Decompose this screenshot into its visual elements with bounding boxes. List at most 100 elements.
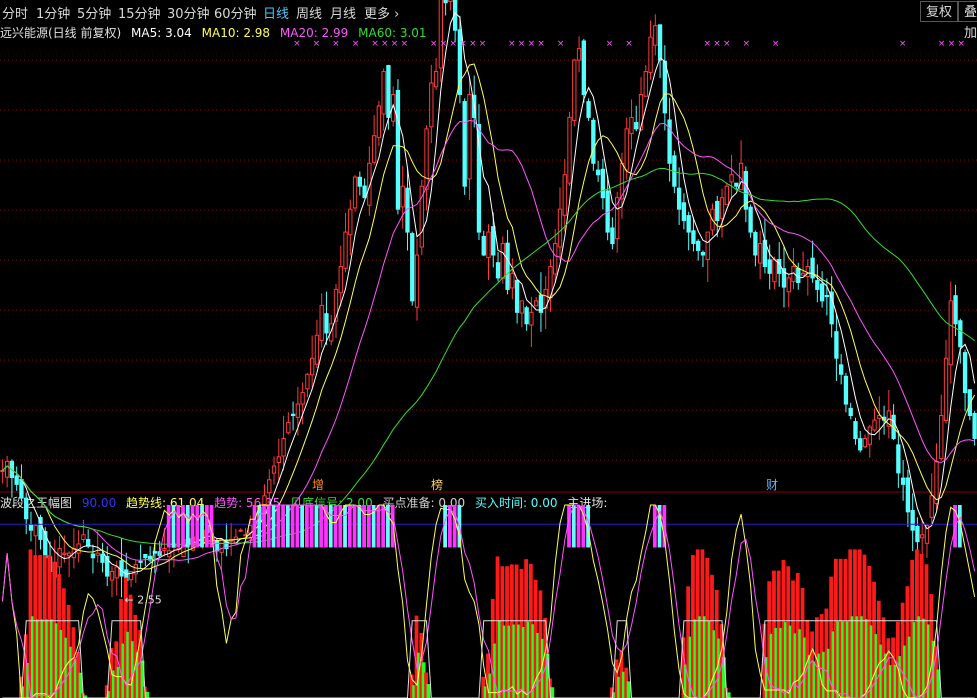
hist-red-bar <box>919 553 924 698</box>
candle-body <box>920 534 925 539</box>
candle-body <box>114 566 119 579</box>
hist-red-bar <box>71 627 76 698</box>
period-tab-5min[interactable]: 5分钟 <box>77 3 111 22</box>
hist-green-bar <box>417 652 421 698</box>
overbought-bar <box>386 505 390 548</box>
hist-red-bar <box>486 653 490 698</box>
overbought-bar <box>295 505 300 548</box>
hist-red-bar <box>104 685 109 698</box>
hist-red-bar <box>514 564 519 698</box>
period-tab-30min[interactable]: 30分钟 <box>167 3 210 22</box>
hist-red-bar <box>538 590 543 698</box>
overbought-bar <box>166 505 171 548</box>
buy-prepare-value: 买点准备: 0.00 <box>382 496 466 510</box>
trend-value: 趋势: 56.35 <box>214 496 281 510</box>
hist-green-bar <box>850 616 855 698</box>
candle-body <box>9 460 15 478</box>
hist-red-bar <box>524 559 529 698</box>
more-menu[interactable]: 更多 › <box>364 3 399 22</box>
hist-green-bar <box>531 624 536 698</box>
signal-markers: × × × × × × × × × × × × × × × × × × × × × × × × × × × × × × <box>293 39 965 49</box>
hist-red-bar <box>505 566 509 698</box>
hist-red-bar <box>829 576 834 698</box>
signal-cross: × <box>518 39 526 49</box>
hist-red-bar <box>767 581 772 698</box>
hist-green-bar <box>722 657 726 698</box>
hist-red-bar <box>414 615 419 698</box>
hist-green-bar <box>903 645 907 698</box>
hist-red-bar <box>710 574 714 698</box>
candle-body <box>576 48 582 61</box>
candle-body <box>57 548 62 568</box>
period-tab-timeshare[interactable]: 分时 <box>2 3 28 22</box>
candle-body <box>14 475 19 485</box>
overbought-bar <box>305 505 309 548</box>
overbought-bar <box>209 505 214 548</box>
hist-green-bar <box>78 672 83 698</box>
overlay-button[interactable]: 叠加 <box>958 1 977 41</box>
period-tab-weekly[interactable]: 周线 <box>296 3 322 22</box>
period-tab-1min[interactable]: 1分钟 <box>36 3 70 22</box>
hist-red-bar <box>52 562 57 698</box>
candle-body <box>881 416 887 421</box>
candle-body <box>162 548 167 551</box>
candle-body <box>95 552 100 556</box>
candle-body <box>691 230 696 245</box>
hist-green-bar <box>893 664 898 698</box>
hist-green-bar <box>421 662 426 698</box>
period-tab-15min[interactable]: 15分钟 <box>118 3 161 22</box>
candle-body <box>271 465 277 474</box>
event-marker-0: 增 <box>312 478 324 492</box>
hist-red-bar <box>848 549 853 698</box>
candle-body <box>71 548 77 559</box>
hist-green-bar <box>21 686 26 698</box>
hist-green-bar <box>884 653 888 698</box>
candle-body <box>186 538 191 545</box>
candle-body <box>510 272 515 289</box>
period-tab-60min[interactable]: 60分钟 <box>214 3 257 22</box>
candle-body <box>743 170 749 210</box>
adjust-button[interactable]: 复权 <box>920 1 959 22</box>
hist-red-bar <box>857 549 862 698</box>
hist-green-bar <box>788 625 793 698</box>
hist-red-bar <box>519 568 524 698</box>
candle-body <box>500 243 505 279</box>
hist-green-bar <box>693 619 698 698</box>
candle-body <box>329 323 334 342</box>
overbought-bar <box>581 505 586 548</box>
candle-body <box>419 185 424 248</box>
hist-red-bar <box>895 621 900 698</box>
candle-body <box>133 564 138 575</box>
period-tab-daily[interactable]: 日线 <box>263 3 289 22</box>
period-tab-monthly[interactable]: 月线 <box>330 3 356 22</box>
candle-body <box>352 176 358 209</box>
hist-green-bar <box>688 636 693 698</box>
hist-green-bar <box>121 643 126 698</box>
hist-green-bar <box>145 691 150 698</box>
candle-body <box>300 392 305 405</box>
hist-red-bar <box>109 647 114 698</box>
hist-green-bar <box>502 625 507 698</box>
candle-body <box>109 570 115 581</box>
hist-green-bar <box>702 616 707 698</box>
candle-body <box>314 334 320 365</box>
hist-green-bar <box>817 653 822 698</box>
candle-body <box>848 407 853 417</box>
hist-red-bar <box>881 617 886 698</box>
candle-body <box>357 176 362 187</box>
overbought-bar <box>190 505 195 548</box>
hist-green-bar <box>798 629 803 698</box>
candle-body <box>66 552 72 557</box>
hist-red-bar <box>543 617 548 698</box>
candle-body <box>481 235 486 256</box>
overbought-bar <box>352 505 357 548</box>
candle-body <box>343 231 348 269</box>
hist-red-bar <box>843 558 848 698</box>
candle-body <box>33 525 38 537</box>
hist-red-bar <box>724 687 729 698</box>
signal-cross: × <box>391 39 399 49</box>
hist-green-bar <box>779 627 783 698</box>
candle-body <box>319 304 324 341</box>
price-chart[interactable]: ×××××××××××××××××××××××××××××× 增 榜 财 ← 3.8… <box>0 0 977 698</box>
hist-red-bar <box>142 686 147 698</box>
